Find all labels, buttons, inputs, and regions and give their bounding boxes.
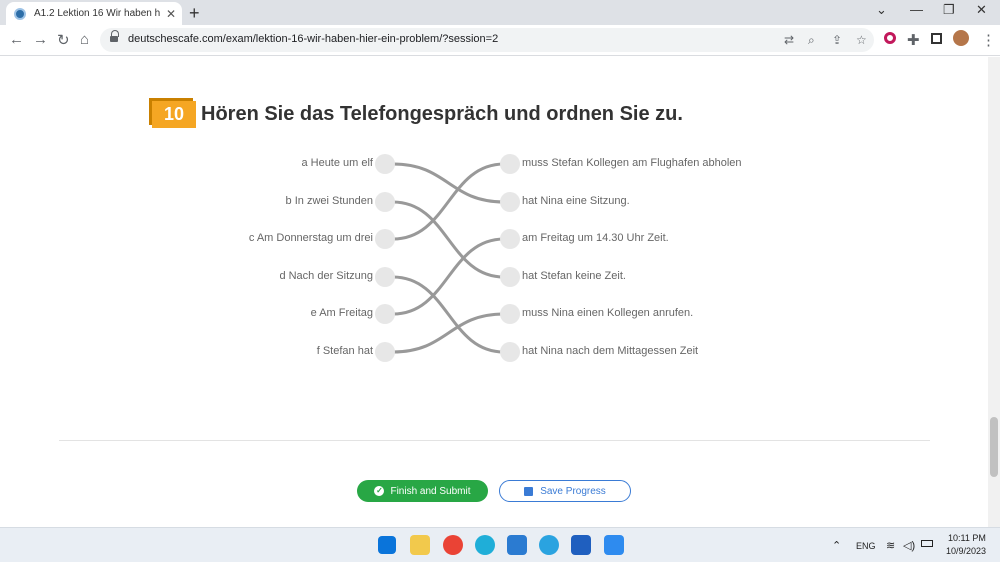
page-scrollbar[interactable] [988,57,1000,527]
right-item-label: hat Stefan keine Zeit. [522,270,626,282]
left-item-label: b In zwei Stunden [285,195,373,207]
tab-strip: A1.2 Lektion 16 Wir haben hier ein Probl… [0,0,1000,25]
forward-icon[interactable]: → [33,31,48,48]
floppy-disk-icon [524,486,534,496]
left-connector-dot[interactable] [375,154,395,174]
translate-icon[interactable]: ⇄ [784,33,794,47]
url-text[interactable]: deutschescafe.com/exam/lektion-16-wir-ha… [128,33,498,45]
right-connector-dot[interactable] [500,304,520,324]
clock-date[interactable]: 10/9/2023 [946,546,986,556]
left-item-label: f Stefan hat [316,345,373,357]
telegram-icon[interactable] [539,535,559,555]
language-indicator[interactable]: ENG [856,541,876,551]
restore-button[interactable]: ❐ [943,2,955,18]
check-circle-icon: ✓ [374,486,385,496]
connection-line [392,312,505,354]
finish-submit-button[interactable]: ✓ Finish and Submit [357,480,488,502]
close-window-button[interactable]: ✕ [976,2,987,18]
scrollbar-thumb[interactable] [990,417,998,477]
minimize-button[interactable]: — [910,2,923,17]
right-connector-dot[interactable] [500,342,520,362]
connection-line [392,237,505,316]
left-item-label: d Nach der Sitzung [279,270,373,282]
side-panel-icon[interactable] [931,33,942,44]
site-favicon-icon [14,7,26,20]
share-icon[interactable]: ⇪ [832,33,842,47]
todo-icon[interactable] [604,535,624,555]
edge-icon[interactable] [475,535,495,555]
tab-close-icon[interactable]: ✕ [166,7,176,21]
back-icon[interactable]: ← [9,31,24,48]
start-menu-icon[interactable] [378,536,396,554]
left-connector-dot[interactable] [375,304,395,324]
left-connector-dot[interactable] [375,192,395,212]
left-connector-dot[interactable] [375,342,395,362]
save-progress-button[interactable]: Save Progress [499,480,631,502]
zoom-icon[interactable]: ⌕ [808,33,815,48]
bookmark-star-icon[interactable]: ☆ [856,33,867,47]
right-connector-dot[interactable] [500,192,520,212]
reload-icon[interactable]: ↻ [57,31,70,49]
left-item-label: c Am Donnerstag um drei [248,232,373,244]
save-progress-label: Save Progress [540,485,606,497]
vscode-icon[interactable] [507,535,527,555]
home-icon[interactable]: ⌂ [80,31,89,48]
volume-icon[interactable]: ◁) [903,539,915,552]
connection-line [392,200,505,279]
browser-tab[interactable]: A1.2 Lektion 16 Wir haben hier ein Probl… [6,2,182,25]
clock-time[interactable]: 10:11 PM [948,533,986,543]
battery-icon[interactable] [921,540,933,547]
new-tab-button[interactable]: + [189,3,200,24]
tab-title: A1.2 Lektion 16 Wir haben hier ein Probl… [34,8,160,19]
matching-connections [392,162,505,354]
address-bar[interactable]: deutschescafe.com/exam/lektion-16-wir-ha… [100,28,874,52]
browser-toolbar: ← → ↻ ⌂ deutschescafe.com/exam/lektion-1… [0,25,1000,56]
windows-taskbar: ⌃ ENG ≋ ◁) 10:11 PM 10/9/2023 [0,527,1000,562]
right-connector-dot[interactable] [500,229,520,249]
extension-icon[interactable] [884,32,896,44]
right-connector-dot[interactable] [500,154,520,174]
left-item-label: a Heute um elf [301,157,373,169]
divider [59,440,930,441]
right-item-label: hat Nina eine Sitzung. [522,195,630,207]
chrome-icon[interactable] [443,535,463,555]
file-explorer-icon[interactable] [410,535,430,555]
extensions-puzzle-icon[interactable]: ✚ [907,31,920,49]
right-item-label: muss Nina einen Kollegen anrufen. [522,307,694,319]
right-item-label: muss Stefan Kollegen am Flughafen abhole… [522,157,742,169]
menu-icon[interactable]: ⋮ [981,31,996,49]
profile-avatar[interactable] [953,30,969,46]
left-connector-dot[interactable] [375,229,395,249]
left-connector-dot[interactable] [375,267,395,287]
right-item-label: hat Nina nach dem Mittagessen Zeit [522,345,699,357]
tray-overflow-icon[interactable]: ⌃ [832,539,841,552]
lock-icon[interactable] [110,30,119,44]
right-connector-dot[interactable] [500,267,520,287]
page-content: 10 Hören Sie das Telefongespräch und ord… [0,57,988,527]
right-item-label: am Freitag um 14.30 Uhr Zeit. [522,232,669,244]
finish-submit-label: Finish and Submit [390,485,471,497]
left-item-label: e Am Freitag [310,307,373,319]
store-icon[interactable] [571,535,591,555]
wifi-icon[interactable]: ≋ [886,539,895,552]
tab-search-icon[interactable]: ⌄ [876,2,887,18]
connection-line [392,162,505,204]
